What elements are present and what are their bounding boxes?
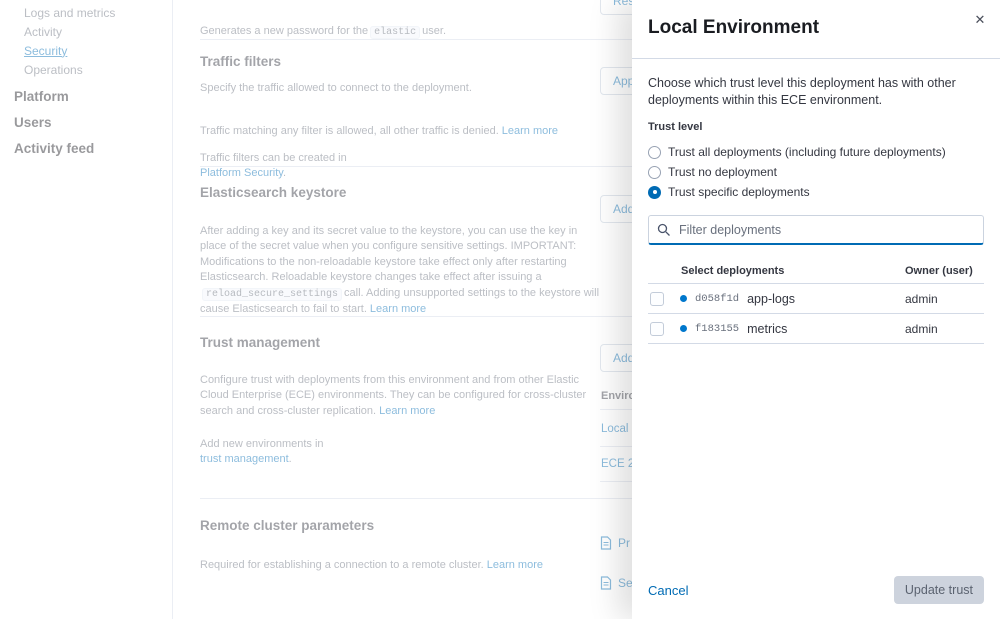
health-dot-icon	[680, 295, 687, 302]
deployment-owner: admin	[905, 292, 984, 306]
flyout-body: Choose which trust level this deployment…	[632, 59, 1000, 563]
radio-trust-all-deployments[interactable]: Trust all deployments (including future …	[648, 142, 984, 162]
column-select-deployments: Select deployments	[681, 265, 784, 277]
radio-trust-specific-deployments[interactable]: Trust specific deployments	[648, 182, 984, 202]
radio-trust-no-deployment[interactable]: Trust no deployment	[648, 162, 984, 182]
deployments-table: Select deployments Owner (user) d058f1d …	[648, 259, 984, 344]
cancel-button[interactable]: Cancel	[648, 583, 688, 598]
checkbox[interactable]	[650, 292, 664, 306]
filter-deployments-field	[648, 215, 984, 245]
radio-label: Trust all deployments (including future …	[668, 145, 946, 159]
radio-unselected-icon	[648, 146, 661, 159]
flyout-footer: Cancel Update trust	[632, 563, 1000, 619]
trust-level-label: Trust level	[648, 121, 984, 133]
deployment-name: app-logs	[747, 292, 795, 306]
deployment-row-metrics: f183155 metrics admin	[648, 314, 984, 344]
column-owner: Owner (user)	[905, 265, 984, 277]
flyout-header: Local Environment	[632, 0, 1000, 58]
local-environment-flyout: ✕ Local Environment Choose which trust l…	[632, 0, 1000, 619]
search-icon	[657, 223, 671, 237]
radio-label: Trust no deployment	[668, 165, 777, 179]
radio-label: Trust specific deployments	[668, 185, 810, 199]
flyout-title: Local Environment	[648, 17, 984, 39]
checkbox[interactable]	[650, 322, 664, 336]
deployment-id: d058f1d	[695, 293, 739, 305]
update-trust-button[interactable]: Update trust	[894, 576, 984, 604]
deployment-row-app-logs: d058f1d app-logs admin	[648, 284, 984, 314]
filter-deployments-input[interactable]	[648, 215, 984, 245]
deployment-security-page: Logs and metrics Activity Security Opera…	[0, 0, 1000, 619]
deployment-owner: admin	[905, 322, 984, 336]
deployments-table-header: Select deployments Owner (user)	[648, 259, 984, 284]
close-icon[interactable]: ✕	[968, 8, 992, 32]
flyout-description: Choose which trust level this deployment…	[648, 75, 984, 109]
health-dot-icon	[680, 325, 687, 332]
deployment-name: metrics	[747, 322, 787, 336]
deployment-id: f183155	[695, 323, 739, 335]
radio-unselected-icon	[648, 166, 661, 179]
radio-selected-icon	[648, 186, 661, 199]
